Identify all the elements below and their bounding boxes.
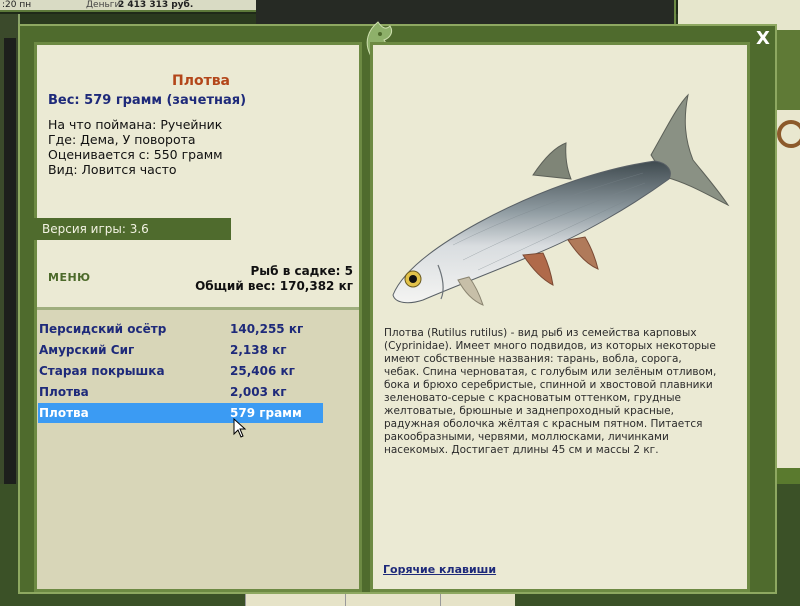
total-weight: Общий вес: 170,382 кг — [195, 279, 353, 293]
kind-info: Вид: Ловится часто — [48, 162, 177, 177]
game-time: :20 пн — [2, 0, 32, 10]
fish-weight: Вес: 579 грамм (зачетная) — [48, 93, 247, 108]
catch-list: Персидский осётр 140,255 кг Амурский Сиг… — [37, 310, 359, 589]
menu-button[interactable]: МЕНЮ — [48, 271, 91, 284]
game-right-green — [775, 30, 800, 110]
catch-weight: 25,406 кг — [230, 364, 295, 378]
catch-weight: 2,003 кг — [230, 385, 287, 399]
fish-info-panel: Плотва Вес: 579 грамм (зачетная) На что … — [34, 42, 362, 592]
game-left-strip — [0, 14, 20, 488]
close-button[interactable]: X — [753, 29, 773, 49]
ship-wheel-icon[interactable] — [777, 120, 800, 148]
bait-info: На что поймана: Ручейник — [48, 117, 223, 132]
catch-name: Персидский осётр — [39, 322, 167, 336]
catch-name: Плотва — [39, 385, 89, 399]
game-left-inner — [4, 38, 16, 488]
catch-row[interactable]: Старая покрышка 25,406 кг — [38, 361, 323, 381]
catch-row[interactable]: Амурский Сиг 2,138 кг — [38, 340, 323, 360]
valued-info: Оценивается с: 550 грамм — [48, 147, 223, 162]
location-info: Где: Дема, У поворота — [48, 132, 196, 147]
mouse-cursor-icon — [233, 418, 247, 438]
catch-name: Плотва — [39, 406, 89, 420]
catch-row[interactable]: Плотва 2,003 кг — [38, 382, 323, 402]
fish-count: Рыб в садке: 5 — [250, 264, 354, 278]
game-version: Версия игры: 3.6 — [34, 218, 231, 240]
catch-weight: 140,255 кг — [230, 322, 304, 336]
catch-row-selected[interactable]: Плотва 579 грамм — [38, 403, 323, 423]
game-status-bar: :20 пн Деньги: 2 413 313 руб. — [0, 0, 258, 12]
catch-name: Старая покрышка — [39, 364, 165, 378]
catch-row[interactable]: Персидский осётр 140,255 кг — [38, 319, 323, 339]
keepnet-stats: Рыб в садке: 5 Общий вес: 170,382 кг — [195, 264, 353, 294]
catch-name: Амурский Сиг — [39, 343, 135, 357]
fish-description: Плотва (Rutilus rutilus) - вид рыб из се… — [384, 327, 717, 456]
fish-name-title: Плотва — [171, 73, 230, 89]
money-value: 2 413 313 руб. — [118, 0, 194, 10]
catch-info-dialog: X Плотва Вес: 579 грамм (зачетная) На чт… — [18, 21, 777, 594]
fish-description-panel: Плотва (Rutilus rutilus) - вид рыб из се… — [370, 42, 750, 592]
roach-fish-image — [392, 93, 730, 306]
catch-weight: 2,138 кг — [230, 343, 287, 357]
hotkeys-link[interactable]: Горячие клавиши — [383, 563, 496, 576]
